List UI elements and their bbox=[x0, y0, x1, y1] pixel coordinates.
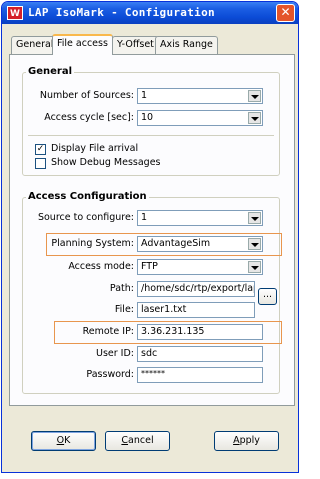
show-debug-checkbox[interactable] bbox=[35, 158, 46, 169]
source-select[interactable]: 1 bbox=[137, 210, 263, 226]
user-id-input[interactable]: sdc bbox=[137, 346, 263, 362]
cancel-rest: ancel bbox=[128, 435, 154, 446]
ok-rest: K bbox=[64, 435, 71, 446]
source-label: Source to configure: bbox=[37, 212, 134, 223]
access-cycle-select[interactable]: 10 bbox=[137, 110, 263, 126]
access-mode-value: FTP bbox=[141, 261, 158, 272]
access-mode-label: Access mode: bbox=[68, 261, 134, 272]
access-mode-select[interactable]: FTP bbox=[137, 259, 263, 275]
password-input[interactable]: ****** bbox=[137, 367, 263, 383]
access-config-group-title: Access Configuration bbox=[26, 191, 149, 202]
chevron-down-icon[interactable] bbox=[248, 238, 261, 250]
num-sources-value: 1 bbox=[141, 90, 148, 101]
ok-button[interactable]: OK bbox=[31, 431, 96, 451]
file-input[interactable]: laser1.txt bbox=[137, 302, 255, 318]
num-sources-label: Number of Sources: bbox=[39, 90, 134, 101]
access-cycle-label: Access cycle [sec]: bbox=[44, 112, 134, 123]
user-id-label: User ID: bbox=[96, 348, 134, 359]
cancel-button[interactable]: Cancel bbox=[105, 431, 170, 451]
close-button[interactable]: ✕ bbox=[276, 4, 295, 22]
apply-button[interactable]: Apply bbox=[214, 431, 279, 451]
general-group-title: General bbox=[26, 66, 74, 77]
source-value: 1 bbox=[141, 212, 148, 223]
tab-file-access[interactable]: File access bbox=[52, 34, 113, 55]
access-cycle-value: 10 bbox=[141, 112, 154, 123]
display-file-arrival-label: Display File arrival bbox=[51, 143, 139, 154]
close-icon: ✕ bbox=[280, 5, 291, 19]
password-label: Password: bbox=[86, 369, 134, 380]
planning-system-value: AdvantageSim bbox=[141, 238, 211, 249]
config-dialog: W LAP IsoMark - Configuration ✕ General … bbox=[1, 1, 299, 473]
chevron-down-icon[interactable] bbox=[248, 90, 261, 102]
remote-ip-input[interactable]: 3.36.231.135 bbox=[137, 324, 263, 340]
chevron-down-icon[interactable] bbox=[248, 261, 261, 273]
browse-button[interactable]: ... bbox=[258, 288, 277, 305]
apply-rest: pply bbox=[239, 435, 260, 446]
ok-accel: O bbox=[56, 435, 65, 446]
planning-system-label: Planning System: bbox=[51, 238, 134, 249]
display-file-arrival-checkbox[interactable]: ✓ bbox=[35, 144, 46, 155]
chevron-down-icon[interactable] bbox=[248, 112, 261, 124]
remote-ip-label: Remote IP: bbox=[82, 326, 134, 337]
title-bar[interactable]: W LAP IsoMark - Configuration ✕ bbox=[2, 2, 298, 24]
planning-system-select[interactable]: AdvantageSim bbox=[137, 236, 263, 252]
general-divider bbox=[28, 135, 274, 136]
path-input[interactable]: /home/sdc/rtp/export/lap/ bbox=[137, 281, 255, 297]
num-sources-select[interactable]: 1 bbox=[137, 88, 263, 104]
chevron-down-icon[interactable] bbox=[248, 212, 261, 224]
file-label: File: bbox=[114, 304, 134, 315]
tab-y-offset[interactable]: Y-Offset bbox=[112, 36, 159, 54]
tab-axis-range[interactable]: Axis Range bbox=[155, 36, 218, 54]
window-title: LAP IsoMark - Configuration bbox=[28, 6, 215, 19]
app-logo-icon: W bbox=[7, 6, 23, 20]
path-label: Path: bbox=[109, 283, 134, 294]
show-debug-label: Show Debug Messages bbox=[51, 157, 161, 168]
